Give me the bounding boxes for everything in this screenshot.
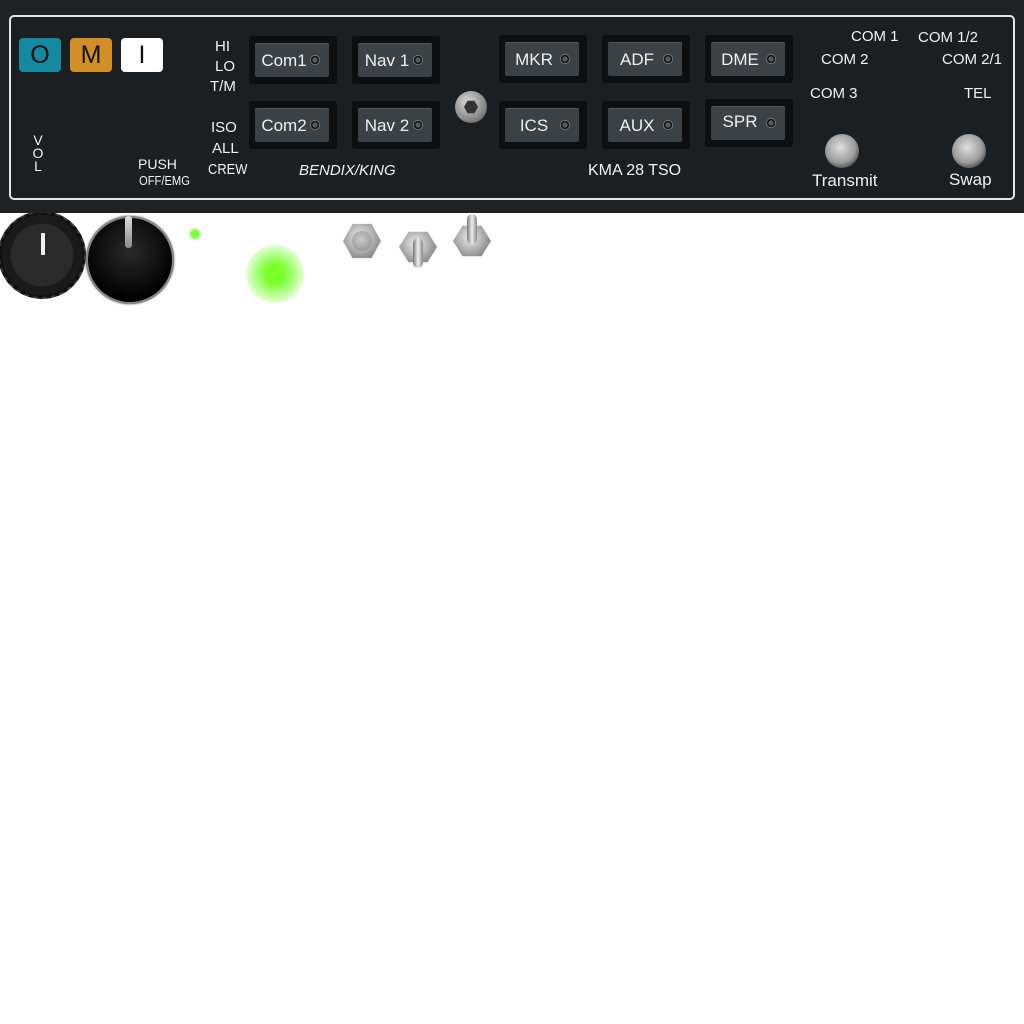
selector-knob-pointer-icon	[125, 216, 132, 248]
adf-button-well: ADF	[602, 35, 690, 83]
middle-marker-label: M	[80, 40, 102, 69]
nav1-indicator-icon	[413, 55, 423, 65]
nut-center-icon	[352, 231, 372, 251]
volume-knob[interactable]	[0, 211, 86, 299]
com1-button[interactable]: Com1	[255, 43, 329, 77]
nav1-button-well: Nav 1	[352, 36, 440, 84]
toggle-lever-down-icon	[413, 238, 423, 268]
outer-marker-light: O	[19, 38, 61, 72]
toggle-base-nut-icon	[343, 223, 381, 259]
dme-button-label: DME	[721, 50, 759, 69]
com2-button[interactable]: Com2	[255, 108, 329, 142]
outer-marker-label: O	[30, 40, 50, 69]
inner-marker-light: I	[121, 38, 163, 72]
nav2-indicator-icon	[413, 120, 423, 130]
volume-knob-pointer-icon	[41, 233, 45, 255]
dme-button[interactable]: DME	[711, 42, 785, 76]
mic-selector-knob[interactable]	[86, 216, 174, 304]
off-emg-label: OFF/EMG	[139, 173, 190, 188]
brand-label: BENDIX/KING	[299, 162, 396, 179]
aux-button-label: AUX	[619, 116, 655, 135]
nav2-button-well: Nav 2	[352, 101, 440, 149]
mkr-button-well: MKR	[499, 35, 587, 83]
small-led-icon	[189, 228, 201, 240]
status-led-glow-icon	[246, 245, 304, 303]
mkr-indicator-icon	[560, 54, 570, 64]
mkr-lo-label: LO	[215, 58, 236, 75]
aux-button-well: AUX	[602, 101, 690, 149]
com2-button-label: Com2	[261, 116, 307, 135]
ics-indicator-icon	[560, 120, 570, 130]
mkr-button-label: MKR	[515, 50, 553, 69]
com2-indicator-icon	[310, 120, 320, 130]
mic-com2-label: COM 2	[821, 51, 869, 68]
adf-button-label: ADF	[620, 50, 654, 69]
aux-indicator-icon	[663, 120, 673, 130]
mic-tel-label: TEL	[964, 85, 992, 102]
nav2-button[interactable]: Nav 2	[358, 108, 432, 142]
mkr-button[interactable]: MKR	[505, 42, 579, 76]
screw-hex-icon	[464, 100, 478, 114]
toggle-switch-up[interactable]	[453, 214, 491, 257]
toggle-lever-up-icon	[467, 214, 477, 244]
crew-label: CREW	[208, 161, 248, 178]
spr-indicator-icon	[766, 118, 776, 128]
audio-panel: O M I V O L PUSH OFF/EMG HI LO T/M ISO A…	[0, 0, 1024, 213]
nav1-button-label: Nav 1	[364, 51, 410, 70]
panel-screw-icon	[455, 91, 487, 123]
push-label: PUSH	[138, 156, 177, 172]
mkr-tm-label: T/M	[210, 78, 236, 95]
dme-button-well: DME	[705, 35, 793, 83]
transmit-button[interactable]	[825, 134, 859, 168]
vol-label: V O L	[32, 132, 44, 174]
spr-button-well: SPR	[705, 99, 793, 147]
middle-marker-light: M	[70, 38, 112, 72]
nav1-button[interactable]: Nav 1	[358, 43, 432, 77]
ics-button-well: ICS	[499, 101, 587, 149]
swap-label: Swap	[949, 170, 992, 189]
com1-button-label: Com1	[261, 51, 307, 70]
all-label: ALL	[212, 140, 239, 157]
mic-com12-label: COM 1/2	[918, 29, 979, 46]
ics-button-label: ICS	[519, 116, 549, 135]
iso-label: ISO	[211, 119, 237, 136]
inner-marker-label: I	[138, 40, 146, 69]
mic-com3-label: COM 3	[810, 85, 858, 102]
mic-com21-label: COM 2/1	[942, 51, 1003, 68]
aux-button[interactable]: AUX	[608, 108, 682, 142]
spr-button-label: SPR	[722, 112, 758, 131]
mkr-hi-label: HI	[215, 38, 230, 55]
com1-indicator-icon	[310, 55, 320, 65]
adf-button[interactable]: ADF	[608, 42, 682, 76]
toggle-switch-down[interactable]	[399, 224, 437, 268]
model-label: KMA 28 TSO	[588, 162, 682, 179]
dme-indicator-icon	[766, 54, 776, 64]
ics-button[interactable]: ICS	[505, 108, 579, 142]
mic-com1-label: COM 1	[851, 28, 899, 45]
adf-indicator-icon	[663, 54, 673, 64]
com2-button-well: Com2	[249, 101, 337, 149]
transmit-label: Transmit	[812, 171, 878, 190]
spr-button[interactable]: SPR	[711, 106, 785, 140]
nav2-button-label: Nav 2	[364, 116, 410, 135]
com1-button-well: Com1	[249, 36, 337, 84]
swap-button[interactable]	[952, 134, 986, 168]
